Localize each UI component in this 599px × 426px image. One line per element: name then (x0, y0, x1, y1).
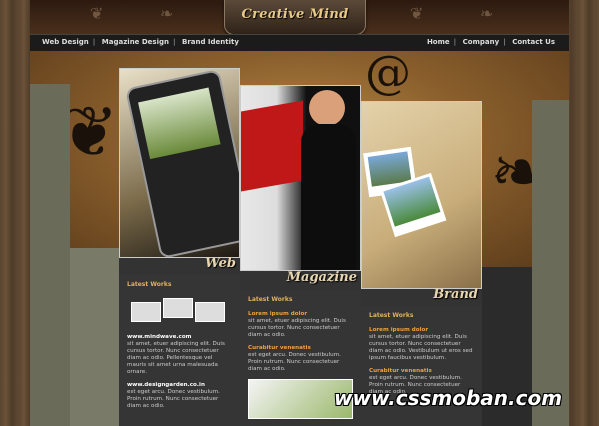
brand-showcase-image[interactable] (361, 101, 482, 289)
model-face-image (309, 90, 345, 126)
panel-web: Web Latest Works www.mindwave.com sit am… (119, 68, 240, 426)
side-column-left (30, 84, 70, 426)
column-title: Latest Works (369, 312, 414, 319)
work-heading[interactable]: Curabitur venenatis (248, 345, 353, 352)
work-heading[interactable]: Curabitur venenatis (369, 368, 474, 375)
work-entry: Lorem ipsum dolor sit amet, etuer adipis… (369, 327, 474, 362)
work-heading[interactable]: Lorem ipsum dolor (248, 311, 353, 318)
page: ❦ ❧ ❦ ❧ Creative Mind Web Design | Magazi… (30, 0, 569, 426)
nav-item-contact-us[interactable]: Contact Us (512, 38, 555, 46)
column-title: Latest Works (127, 281, 172, 288)
work-entry: www.designgarden.co.in est eget arcu. Do… (127, 382, 232, 410)
site-logo[interactable]: Creative Mind (225, 7, 365, 22)
work-entry: Lorem ipsum dolor sit amet, etuer adipis… (248, 311, 353, 339)
nav-item-home[interactable]: Home (427, 38, 450, 46)
swirl-ornament-icon: @ (365, 45, 411, 99)
nav-item-web-design[interactable]: Web Design (42, 38, 89, 46)
nav-separator: | (453, 38, 457, 46)
work-text: sit amet, etuer adipiscing elit. Duis cu… (127, 341, 225, 375)
logo-tab[interactable]: Creative Mind (224, 0, 366, 35)
panel-caption-web: Web (205, 256, 236, 271)
phone-screen (138, 87, 221, 160)
swirl-ornament-icon: ❧ (160, 4, 174, 23)
panel-brand: Brand Latest Works Lorem ipsum dolor sit… (361, 101, 482, 426)
nav-bar: Web Design | Magazine Design | Brand Ident… (30, 34, 569, 52)
work-link[interactable]: www.designgarden.co.in (127, 382, 205, 388)
panel-magazine: Magazine Latest Works Lorem ipsum dolor … (240, 85, 361, 426)
side-column-left-lower (70, 248, 120, 426)
nav-separator: | (172, 38, 176, 46)
work-text: est eget arcu. Donec vestibulum. Proin r… (248, 352, 341, 372)
column-title: Latest Works (248, 296, 293, 303)
nav-right: Home | Company | Contact Us (423, 38, 559, 46)
panel-caption-magazine: Magazine (286, 270, 357, 285)
work-text: est eget arcu. Donec vestibulum. Proin r… (127, 389, 220, 409)
thumbnails (127, 296, 232, 330)
nav-left: Web Design | Magazine Design | Brand Ident… (38, 38, 243, 46)
panel-caption-brand: Brand (433, 287, 478, 302)
thumbnail-image[interactable] (163, 298, 193, 318)
work-text: sit amet, etuer adipiscing elit. Duis cu… (369, 334, 473, 361)
nav-separator: | (92, 38, 96, 46)
header-band: ❦ ❧ ❦ ❧ Creative Mind (30, 0, 569, 35)
magazine-red-letters (241, 100, 303, 192)
web-showcase-image[interactable] (119, 68, 240, 258)
watermark: www.cssmoban.com (334, 386, 563, 410)
magazine-showcase-image[interactable] (240, 85, 361, 271)
work-link[interactable]: www.mindwave.com (127, 334, 192, 340)
phone-image (124, 69, 239, 257)
swirl-ornament-icon: ❦ (410, 4, 424, 23)
work-entry: www.mindwave.com sit amet, etuer adipisc… (127, 334, 232, 376)
work-entry: Curabitur venenatis est eget arcu. Donec… (248, 345, 353, 373)
work-text: sit amet, etuer adipiscing elit. Duis cu… (248, 318, 346, 338)
thumbnail-image[interactable] (131, 302, 161, 322)
swirl-ornament-icon: ❧ (480, 4, 494, 23)
nav-item-brand-identity[interactable]: Brand Identity (182, 38, 239, 46)
side-column-right (532, 100, 569, 426)
column-web: Latest Works www.mindwave.com sit amet, … (119, 275, 240, 426)
work-heading[interactable]: Lorem ipsum dolor (369, 327, 474, 334)
nav-separator: | (503, 38, 506, 46)
thumbnail-image[interactable] (195, 302, 225, 322)
swirl-ornament-icon: ❦ (90, 4, 104, 23)
model-body-image (301, 124, 356, 270)
nav-item-magazine-design[interactable]: Magazine Design (102, 38, 169, 46)
nav-item-company[interactable]: Company (463, 38, 500, 46)
